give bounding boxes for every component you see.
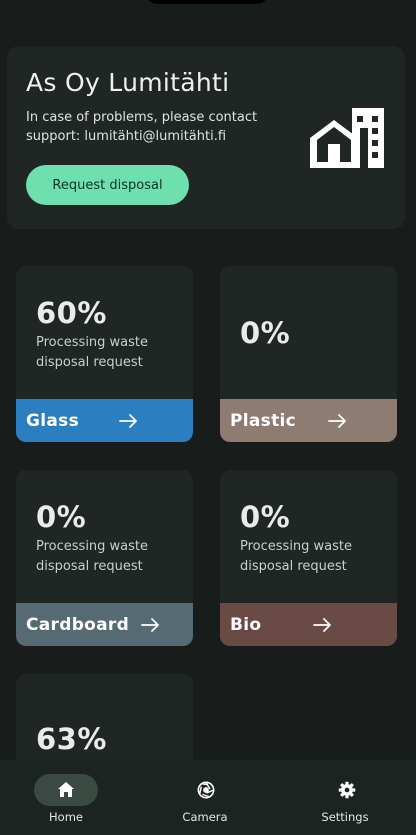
nav-label: Settings [321,810,369,824]
tile-action-bar-plastic[interactable]: Plastic [220,399,397,442]
nav-item-home[interactable]: Home [0,760,138,835]
tile-action-bar-bio[interactable]: Bio [220,603,397,646]
tile-progress-percent: 60% [36,296,107,330]
arrow-right-icon [313,617,332,632]
building-info-card: As Oy Lumitähti In case of problems, ple… [7,46,405,229]
tile-progress-percent: 0% [36,500,87,534]
tile-status-text: Processing waste disposal request [36,335,149,370]
bottom-navigation-bar: Home Camera Settings [0,760,416,835]
building-icon [310,108,384,168]
tile-progress-percent: 63% [36,722,107,756]
app-screen: As Oy Lumitähti In case of problems, ple… [0,0,416,835]
request-disposal-button[interactable]: Request disposal [26,165,189,205]
waste-tile-glass: 60% Processing waste disposal request Gl… [16,266,193,442]
nav-item-settings[interactable]: Settings [279,760,416,835]
tile-label: Bio [230,614,262,635]
tile-status-text: Processing waste disposal request [240,539,353,574]
nav-label: Camera [182,810,228,824]
nav-item-camera[interactable]: Camera [139,760,277,835]
gear-icon [338,781,356,799]
arrow-right-icon [119,413,137,428]
waste-tile-cardboard: 0% Processing waste disposal request Car… [16,470,193,646]
building-name: As Oy Lumitähti [26,68,230,97]
nav-label: Home [49,810,83,824]
tile-action-bar-glass[interactable]: Glass [16,399,193,442]
tile-action-bar-cardboard[interactable]: Cardboard [16,603,193,646]
waste-tile-plastic: 0% Plastic [220,266,397,442]
home-icon [58,782,74,797]
camera-aperture-icon [197,781,215,799]
tile-label: Glass [26,410,79,431]
tile-label: Plastic [230,410,297,431]
waste-tile-bio: 0% Processing waste disposal request Bio [220,470,397,646]
arrow-right-icon [141,617,159,632]
tile-progress-percent: 0% [240,500,291,534]
tile-progress-percent: 0% [240,316,291,350]
support-contact-text: In case of problems, please contact supp… [26,110,258,144]
arrow-right-icon [328,413,346,428]
tile-label: Cardboard [26,614,130,635]
tile-status-text: Processing waste disposal request [36,539,149,574]
camera-notch [144,0,270,4]
